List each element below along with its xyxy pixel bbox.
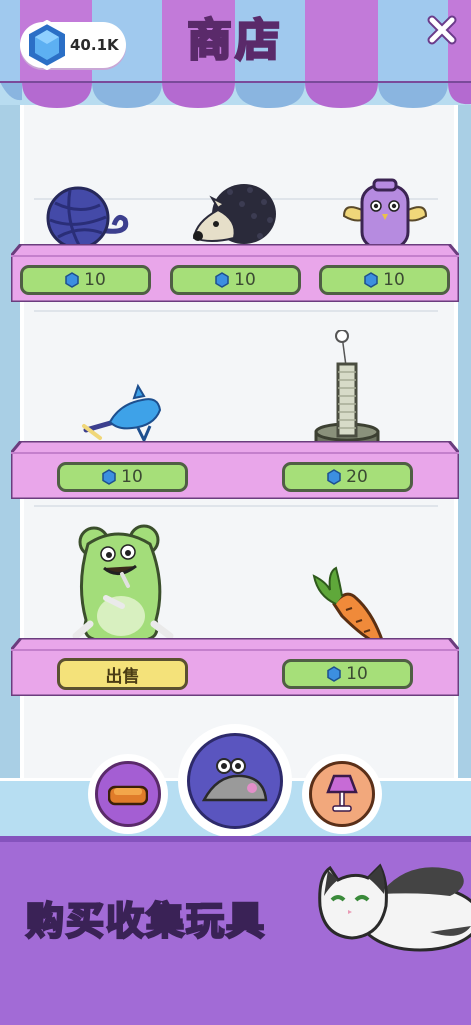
scratching-post-toy[interactable] [310,330,384,458]
price-label: 10 [121,467,143,487]
bed-tab-icon [108,785,148,806]
gem-icon [327,666,341,682]
tab-mouse-toys[interactable] [178,724,292,838]
buy-button[interactable]: 10 [20,265,151,295]
green-mouse-plush-toy[interactable] [66,524,178,654]
gem-icon [327,469,341,485]
price-label: 10 [234,270,256,290]
hedgehog-toy[interactable] [190,180,282,254]
tab-beds[interactable] [88,754,168,834]
price-label: 10 [383,270,405,290]
price-label: 20 [346,467,368,487]
gem-counter: 40.1K [20,20,126,70]
divider [34,310,438,312]
gem-icon [25,20,69,70]
gem-icon [215,272,229,288]
buy-button[interactable]: 10 [170,265,301,295]
cat-illustration [318,863,471,952]
sell-button[interactable]: 出售 [57,658,188,690]
close-icon[interactable] [424,12,460,48]
lamp-tab-icon [326,774,358,812]
divider [34,505,438,507]
buy-button[interactable]: 20 [282,462,413,492]
feather-wand-toy[interactable] [80,382,170,448]
gem-icon [65,272,79,288]
promo-slogan: 购买收集玩具 [25,898,267,945]
buy-button[interactable]: 10 [319,265,450,295]
price-label: 10 [346,664,368,684]
price-label: 10 [84,270,106,290]
tab-lamps[interactable] [302,754,382,834]
sell-label: 出售 [105,666,140,687]
gem-icon [102,469,116,485]
mouse-toy-tab-icon [201,758,268,802]
gem-icon [364,272,378,288]
buy-button[interactable]: 10 [57,462,188,492]
buy-button[interactable]: 10 [282,659,413,689]
gem-count: 40.1K [70,36,119,54]
